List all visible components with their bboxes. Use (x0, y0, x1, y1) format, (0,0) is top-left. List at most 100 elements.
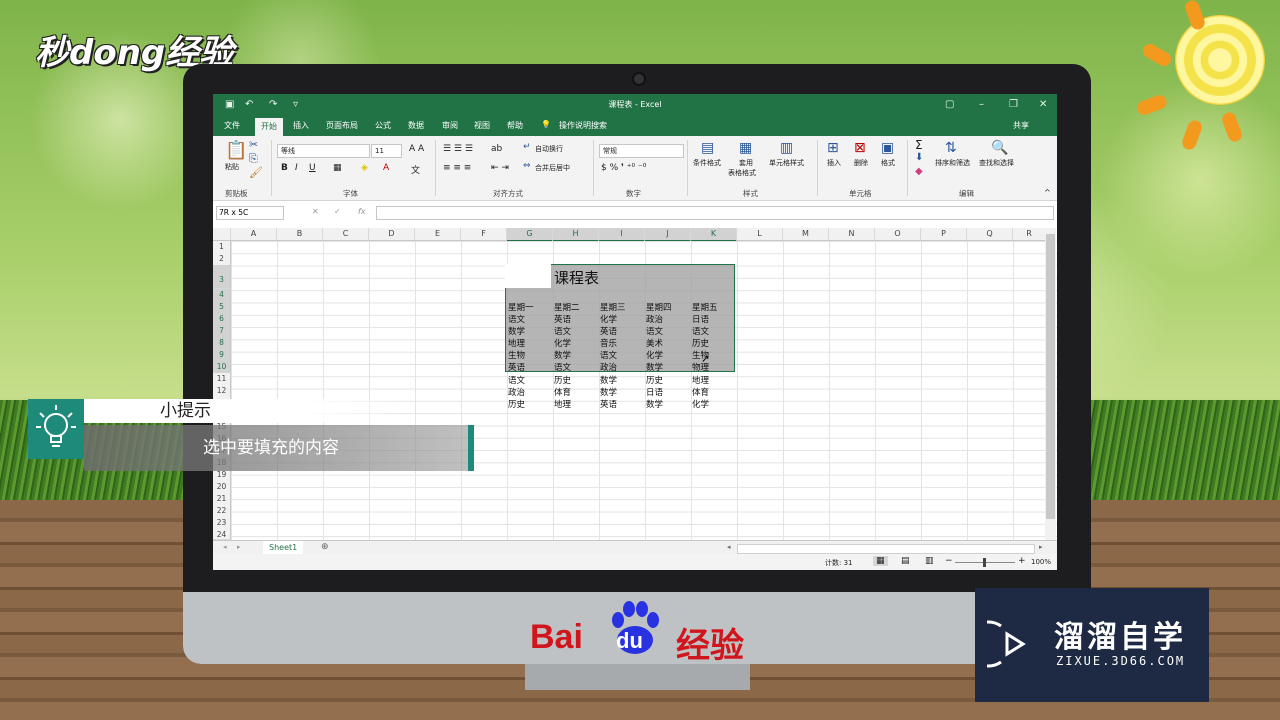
row-header-selected[interactable]: 3 (213, 265, 231, 289)
tab-view[interactable]: 视图 (474, 120, 490, 131)
minimize-icon[interactable]: – (979, 99, 984, 110)
vertical-scrollbar-thumb[interactable] (1046, 234, 1055, 519)
horizontal-scrollbar[interactable] (737, 544, 1035, 554)
column-header[interactable]: P (921, 228, 967, 241)
font-size-select[interactable]: 11 (371, 144, 402, 158)
cell-styles-button[interactable]: 单元格样式 (769, 158, 804, 168)
table-cell[interactable]: 化学 (600, 313, 617, 325)
table-cell[interactable]: 地理 (692, 374, 709, 386)
column-header[interactable]: A (231, 228, 277, 241)
column-header-selected[interactable]: J (645, 228, 691, 242)
find-select-icon[interactable]: 🔍 (991, 140, 1008, 156)
table-cell[interactable]: 历史 (554, 374, 571, 386)
column-header-selected[interactable]: K (691, 228, 737, 242)
table-cell[interactable]: 体育 (554, 386, 571, 398)
table-cell[interactable]: 语文 (554, 361, 571, 373)
tell-me-search[interactable]: 操作说明搜索 (559, 120, 607, 131)
insert-cells-icon[interactable]: ⊞ (827, 140, 839, 156)
table-cell[interactable]: 语文 (508, 313, 525, 325)
column-header[interactable]: B (277, 228, 323, 241)
tab-review[interactable]: 审阅 (442, 120, 458, 131)
column-header[interactable]: Q (967, 228, 1013, 241)
sheet-title-cell[interactable]: 课程表 (554, 267, 599, 288)
share-button[interactable]: 共享 (1013, 120, 1029, 131)
table-cell[interactable]: 生物 (508, 349, 525, 361)
sheet-nav-next-icon[interactable]: ▸ (237, 543, 241, 551)
page-layout-view-icon[interactable]: ▤ (901, 556, 910, 566)
close-icon[interactable]: ✕ (1039, 99, 1047, 110)
row-header[interactable]: 24 (213, 529, 231, 540)
column-header[interactable]: R (1013, 228, 1046, 241)
column-header[interactable]: L (737, 228, 783, 241)
borders-icon[interactable]: ▦ (333, 163, 342, 173)
phonetic-icon[interactable]: 文 (411, 163, 420, 176)
active-cell[interactable] (505, 264, 551, 288)
table-cell[interactable]: 英语 (508, 361, 525, 373)
cut-icon[interactable]: ✂ (249, 138, 258, 151)
table-cell[interactable]: 政治 (508, 386, 525, 398)
table-format-button-line2[interactable]: 表格格式 (728, 168, 756, 178)
table-cell[interactable]: 英语 (600, 325, 617, 337)
table-cell[interactable]: 语文 (554, 325, 571, 337)
table-cell[interactable]: 语文 (646, 325, 663, 337)
table-cell[interactable]: 化学 (692, 398, 709, 410)
table-cell[interactable]: 政治 (600, 361, 617, 373)
sort-filter-button[interactable]: 排序和筛选 (935, 158, 970, 168)
align-left-icons[interactable]: ≡ ≡ ≡ (443, 163, 471, 173)
table-cell[interactable]: 化学 (646, 349, 663, 361)
number-format-icons[interactable]: $ % ❜ ⁺⁰ ⁻⁰ (601, 163, 646, 173)
fill-color-icon[interactable]: ◈ (361, 163, 368, 173)
italic-icon[interactable]: I (295, 163, 298, 173)
enter-formula-icon[interactable]: ✓ (334, 207, 341, 216)
column-header-selected[interactable]: I (599, 228, 645, 242)
table-cell[interactable]: 数学 (600, 386, 617, 398)
tab-formulas[interactable]: 公式 (375, 120, 391, 131)
table-header-cell[interactable]: 星期五 (692, 301, 718, 313)
table-cell[interactable]: 日语 (692, 313, 709, 325)
zoom-slider-thumb[interactable] (983, 558, 986, 567)
orientation-icon[interactable]: ab (491, 144, 502, 154)
paste-button[interactable]: 粘贴 (225, 162, 239, 172)
table-cell[interactable]: 语文 (600, 349, 617, 361)
table-format-button[interactable]: 套用 (739, 158, 753, 168)
insert-function-icon[interactable]: fx (358, 207, 366, 216)
column-header[interactable]: N (829, 228, 875, 241)
table-header-cell[interactable]: 星期四 (646, 301, 672, 313)
table-cell[interactable]: 化学 (554, 337, 571, 349)
table-cell[interactable]: 数学 (600, 374, 617, 386)
bold-icon[interactable]: B (281, 163, 288, 173)
normal-view-icon[interactable]: ▦ (873, 556, 888, 566)
tab-file[interactable]: 文件 (224, 120, 240, 131)
column-header[interactable]: C (323, 228, 369, 241)
column-header[interactable]: O (875, 228, 921, 241)
tab-insert[interactable]: 插入 (293, 120, 309, 131)
insert-cells-button[interactable]: 插入 (827, 158, 841, 168)
wrap-text-icon[interactable]: ↵ (523, 142, 531, 152)
format-painter-icon[interactable]: 🖌 (249, 166, 263, 179)
paste-icon[interactable]: 📋 (225, 140, 247, 161)
cell-styles-icon[interactable]: ▥ (780, 140, 793, 156)
cancel-formula-icon[interactable]: ✕ (312, 207, 319, 216)
zoom-out-icon[interactable]: − (945, 556, 953, 566)
table-cell[interactable]: 日语 (646, 386, 663, 398)
autosum-icon[interactable]: Σ (915, 138, 923, 152)
merge-center-button[interactable]: 合并后居中 (535, 163, 570, 173)
tab-page-layout[interactable]: 页面布局 (326, 120, 358, 131)
restore-icon[interactable]: ❐ (1009, 99, 1018, 110)
table-cell[interactable]: 数学 (646, 398, 663, 410)
table-cell[interactable]: 英语 (554, 313, 571, 325)
conditional-format-icon[interactable]: ▤ (701, 140, 714, 156)
table-cell[interactable]: 音乐 (600, 337, 617, 349)
table-header-cell[interactable]: 星期一 (508, 301, 534, 313)
page-break-view-icon[interactable]: ▥ (925, 556, 934, 566)
table-cell[interactable]: 美术 (646, 337, 663, 349)
select-all-corner[interactable] (213, 228, 231, 241)
clear-icon[interactable]: ◆ (915, 166, 923, 177)
table-cell[interactable]: 语文 (692, 325, 709, 337)
table-cell[interactable]: 体育 (692, 386, 709, 398)
underline-icon[interactable]: U (309, 163, 316, 173)
table-cell[interactable]: 数学 (554, 349, 571, 361)
column-header[interactable]: F (461, 228, 507, 241)
table-cell[interactable]: 英语 (600, 398, 617, 410)
table-cell[interactable]: 历史 (646, 374, 663, 386)
